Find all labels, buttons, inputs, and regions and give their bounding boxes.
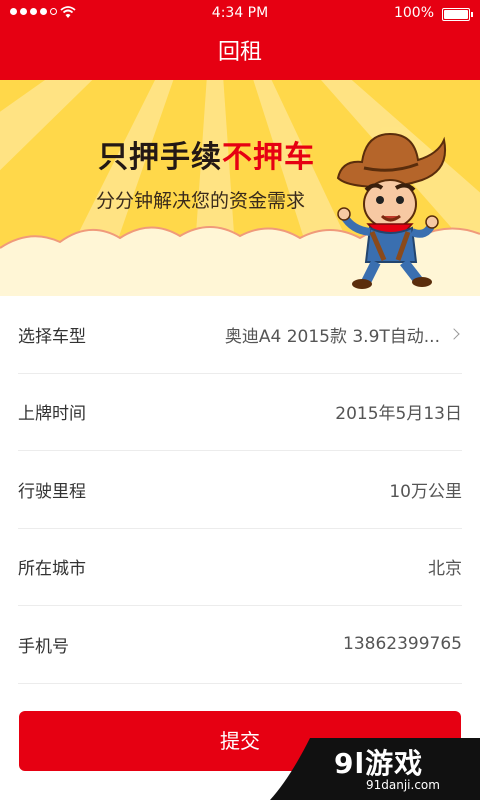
watermark-site: 91danji.com [366, 778, 440, 792]
row-registration-date[interactable]: 上牌时间 2015年5月13日 [18, 374, 462, 451]
car-model-value: 奥迪A4 2015款 3.9T自动... [224, 326, 440, 347]
promo-banner: 只押手续不押车 分分钟解决您的资金需求 [0, 80, 480, 296]
row-value: 奥迪A4 2015款 3.9T自动... [225, 322, 462, 347]
row-city[interactable]: 所在城市 北京 [18, 529, 462, 606]
site-watermark: 9l游戏 91danji.com [270, 738, 480, 800]
row-mileage[interactable]: 行驶里程 10万公里 [18, 451, 462, 529]
battery-icon [442, 8, 473, 21]
row-phone[interactable]: 手机号 13862399765 [18, 606, 462, 684]
mileage-value: 10万公里 [389, 481, 462, 502]
row-car-model[interactable]: 选择车型 奥迪A4 2015款 3.9T自动... [18, 296, 462, 374]
watermark-brand: 9l游戏 [334, 747, 424, 780]
nav-bar: 回租 [0, 28, 480, 80]
battery-percent: 100% [393, 5, 434, 21]
row-label: 上牌时间 [18, 404, 86, 425]
chevron-right-icon [448, 328, 460, 340]
city-value: 北京 [428, 559, 462, 580]
cowboy-illustration [336, 132, 446, 289]
row-label: 手机号 [18, 636, 69, 657]
banner-headline: 只押手续不押车 [98, 132, 315, 176]
banner-subline: 分分钟解决您的资金需求 [96, 190, 306, 212]
registration-date-value: 2015年5月13日 [335, 404, 462, 425]
row-label: 行驶里程 [18, 481, 86, 502]
status-bar: 4:34 PM 100% [0, 0, 480, 28]
headline-red: 不押车 [222, 140, 315, 175]
headline-black: 只押手续 [98, 140, 222, 175]
page-title: 回租 [217, 40, 262, 65]
phone-value: 13862399765 [343, 634, 462, 655]
row-label: 所在城市 [18, 559, 86, 580]
row-label: 选择车型 [18, 326, 86, 347]
